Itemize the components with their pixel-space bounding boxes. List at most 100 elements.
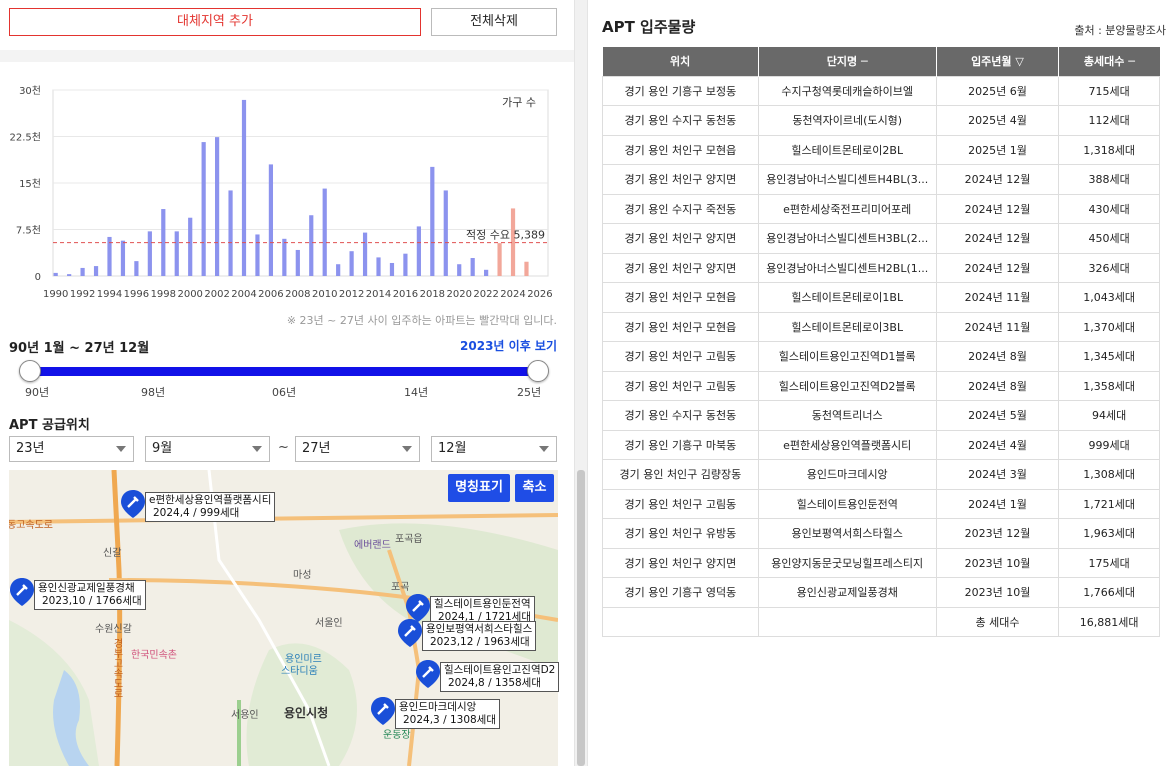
cell-text: 경기 용인 처인구 모현읍	[624, 143, 737, 157]
slider-start-handle[interactable]	[19, 360, 41, 382]
marker-label[interactable]: e편한세상용인역플랫폼시티 2024,4 / 999세대	[145, 492, 276, 522]
col-complex-name[interactable]: 단지명 ─	[758, 47, 937, 76]
clear-all-button[interactable]: 전체삭제	[431, 8, 557, 36]
table-row[interactable]: 경기 용인 처인구 모현읍 힐스테이트몬테로이3BL 2024년 11월 1,370세…	[602, 311, 1160, 342]
table-row[interactable]: 경기 용인 기흥구 보정동 수지구청역롯데캐슬하이브엘 2025년 6월 715세대	[602, 75, 1160, 106]
table-row[interactable]: 경기 용인 처인구 유방동 용인보평역서희스타힐스 2023년 12월 1,963세대	[602, 518, 1160, 549]
cell-text: 2024년 5월	[968, 409, 1027, 423]
cell-text: 1,963세대	[1083, 527, 1135, 541]
zoom-out-button[interactable]: 축소	[515, 474, 554, 502]
add-region-button[interactable]: 대체지역 추가	[9, 8, 421, 36]
units-cell: 326세대	[1058, 252, 1160, 283]
bar	[80, 267, 85, 276]
table-header-row: 위치 단지명 ─ 입주년월 ▽ 총세대수 ─	[602, 47, 1160, 76]
units-cell: 450세대	[1058, 223, 1160, 254]
marker-info: 2023,12 / 1963세대	[430, 636, 530, 648]
complex-name-cell: 힐스테이트용인둔전역	[757, 488, 937, 519]
apartment-marker-icon[interactable]	[10, 578, 34, 606]
cell-text: e편한세상용인역플랫폼시티	[783, 438, 912, 452]
table-row[interactable]: 경기 용인 수지구 동천동 동천역트리너스 2024년 5월 94세대	[602, 400, 1160, 431]
col-total-units[interactable]: 총세대수 ─	[1058, 47, 1160, 76]
cell-text: 경기 용인 수지구 동천동	[624, 409, 737, 423]
to-year-select[interactable]: 27년	[295, 436, 420, 462]
table-row[interactable]: 경기 용인 처인구 김량장동 용인드마크데시앙 2024년 3월 1,308세대	[602, 459, 1160, 490]
apartment-marker-icon[interactable]	[121, 490, 145, 518]
marker-label[interactable]: 용인보평역서희스타힐스 2023,12 / 1963세대	[422, 621, 537, 651]
from-month-select[interactable]: 9월	[145, 436, 270, 462]
slider-tick: 98년	[141, 386, 166, 399]
marker-label[interactable]: 용인신광교제일풍경채 2023,10 / 1766세대	[34, 580, 146, 610]
table-row[interactable]: 경기 용인 처인구 양지면 용인경남아너스빌디센트H2BL(1... 2024년 1…	[602, 252, 1160, 283]
cell-text: 힐스테이트용인고진역D1블록	[778, 350, 916, 364]
location-cell: 경기 용인 기흥구 영덕동	[602, 577, 759, 608]
chevron-down-icon	[402, 446, 412, 452]
table-row[interactable]: 경기 용인 처인구 양지면 용인경남아너스빌디센트H4BL(3... 2024년 1…	[602, 164, 1160, 195]
units-cell: 1,308세대	[1058, 459, 1160, 490]
marker-info: 2024,3 / 1308세대	[403, 714, 496, 726]
marker-label[interactable]: 용인드마크데시앙 2024,3 / 1308세대	[395, 699, 500, 729]
table-row[interactable]: 경기 용인 처인구 양지면 용인경남아너스빌디센트H3BL(2... 2024년 1…	[602, 223, 1160, 254]
map-place-label: 스타디움	[281, 666, 318, 677]
cell-text: 2024년 3월	[968, 468, 1027, 482]
cell-text: 경기 용인 처인구 유방동	[624, 527, 737, 541]
cell-text: 경기 용인 기흥구 마북동	[624, 438, 737, 452]
cell-text: 1,308세대	[1083, 468, 1135, 482]
x-tick-label: 2016	[393, 289, 418, 300]
show-names-button[interactable]: 명칭표기	[448, 474, 510, 502]
table-row[interactable]: 경기 용인 처인구 양지면 용인양지동문굿모닝힐프레스티지 2023년 10월 175…	[602, 547, 1160, 578]
view-after-2023-link[interactable]: 2023년 이후 보기	[460, 337, 557, 354]
bar	[120, 240, 126, 276]
x-tick-label: 2002	[204, 289, 229, 300]
slider-tick: 06년	[272, 386, 297, 399]
cell-text: 1,766세대	[1083, 586, 1135, 600]
scrollbar-thumb[interactable]	[577, 470, 585, 766]
cell-text: 1,370세대	[1083, 320, 1135, 334]
table-row[interactable]: 경기 용인 처인구 고림동 힐스테이트용인둔전역 2024년 1월 1,721세대	[602, 488, 1160, 519]
total-value: 16,881세대	[1058, 606, 1160, 637]
map-place-label: 포곡	[391, 582, 410, 593]
table-row[interactable]: 경기 용인 수지구 동천동 동천역자이르네(도시형) 2025년 4월 112세대	[602, 105, 1160, 136]
bar	[188, 217, 193, 276]
apartment-marker-icon[interactable]	[371, 697, 395, 725]
apartment-marker-icon[interactable]	[416, 660, 440, 688]
cell-text: 동천역자이르네(도시형)	[792, 114, 903, 128]
location-cell: 경기 용인 처인구 유방동	[602, 518, 759, 549]
location-cell: 경기 용인 수지구 동천동	[602, 400, 759, 431]
cell-text: 2023년 10월	[964, 556, 1031, 570]
marker-info: 2024,8 / 1358세대	[448, 677, 541, 689]
table-row[interactable]: 경기 용인 기흥구 마북동 e편한세상용인역플랫폼시티 2024년 4월 999세대	[602, 429, 1160, 460]
apartment-marker-icon[interactable]	[398, 619, 422, 647]
table-row[interactable]: 경기 용인 처인구 고림동 힐스테이트용인고진역D2블록 2024년 8월 1,358…	[602, 370, 1160, 401]
complex-name-cell: 용인경남아너스빌디센트H4BL(3...	[757, 164, 937, 195]
table-row[interactable]: 경기 용인 처인구 모현읍 힐스테이트몬테로이1BL 2024년 11월 1,043세…	[602, 282, 1160, 313]
x-tick-label: 2004	[231, 289, 256, 300]
from-year-select[interactable]: 23년	[9, 436, 134, 462]
slider-end-handle[interactable]	[527, 360, 549, 382]
table-row[interactable]: 경기 용인 처인구 모현읍 힐스테이트몬테로이2BL 2025년 1월 1,318세대	[602, 134, 1160, 165]
cell-text: 1,345세대	[1083, 350, 1135, 364]
table-row[interactable]: 경기 용인 수지구 죽전동 e편한세상죽전프리미어포레 2024년 12월 430세대	[602, 193, 1160, 224]
map-place-label: 서울인	[315, 618, 343, 629]
year-range-slider-track[interactable]	[30, 367, 538, 376]
col-location[interactable]: 위치	[602, 47, 759, 76]
supply-chart-svg: 0 7.5천 15천 22.5천 30천 1990 1992 1994 1996 1998 2000…	[10, 85, 553, 300]
slider-tick: 90년	[25, 386, 50, 399]
x-tick-label: 2000	[177, 289, 202, 300]
slider-tick: 14년	[404, 386, 429, 399]
location-cell: 경기 용인 처인구 모현읍	[602, 282, 759, 313]
apartment-marker-icon[interactable]	[406, 594, 430, 622]
cell-text: 용인양지동문굿모닝힐프레스티지	[771, 556, 924, 570]
table-row[interactable]: 경기 용인 기흥구 영덕동 용인신광교제일풍경채 2023년 10월 1,766세대	[602, 577, 1160, 608]
location-cell: 경기 용인 처인구 모현읍	[602, 134, 759, 165]
units-cell: 388세대	[1058, 164, 1160, 195]
to-month-select[interactable]: 12월	[431, 436, 557, 462]
bar	[295, 249, 300, 276]
col-move-in-date[interactable]: 입주년월 ▽	[936, 47, 1060, 76]
table-row[interactable]: 경기 용인 처인구 고림동 힐스테이트용인고진역D1블록 2024년 8월 1,345…	[602, 341, 1160, 372]
cell-text: 용인경남아너스빌디센트H2BL(1...	[766, 261, 929, 275]
cell-text: 94세대	[1092, 409, 1127, 423]
bar	[416, 226, 421, 276]
marker-label[interactable]: 힐스테이트용인고진역D2 2024,8 / 1358세대	[440, 662, 560, 692]
bar	[174, 231, 179, 276]
x-tick-label: 1990	[43, 289, 68, 300]
